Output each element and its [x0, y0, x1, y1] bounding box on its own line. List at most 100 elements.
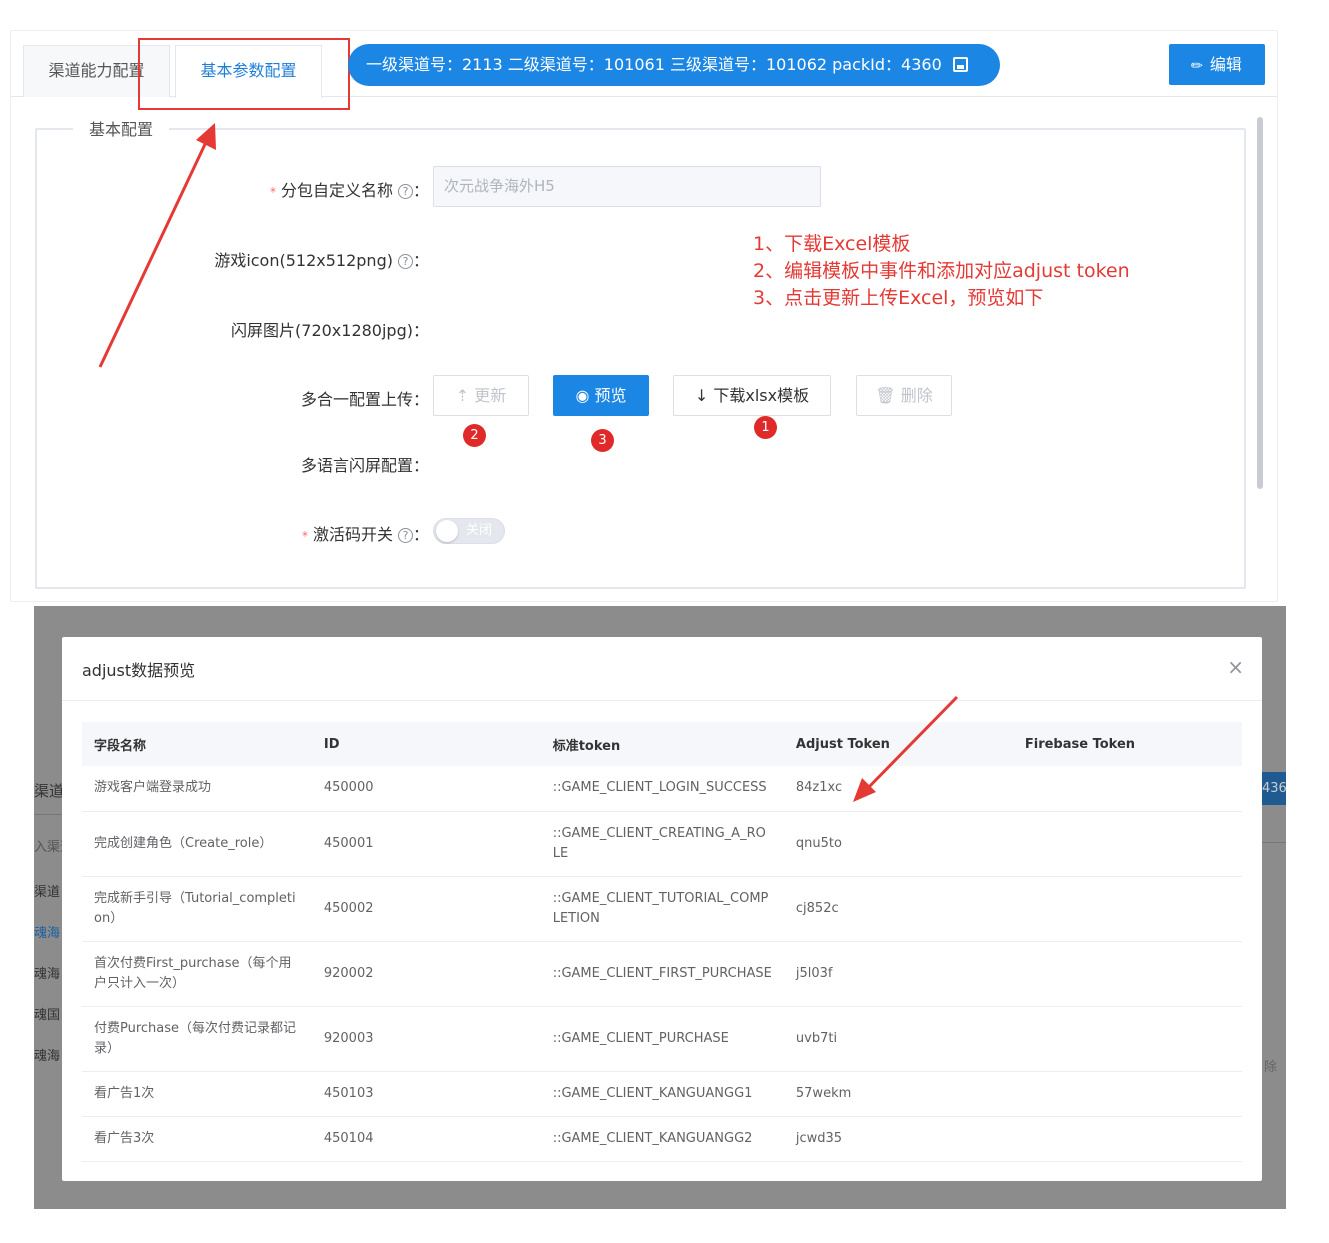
cell-firebase — [1012, 1071, 1242, 1117]
cell-firebase — [1012, 876, 1242, 942]
help-icon[interactable]: ? — [397, 528, 413, 543]
cell-name: 首次付费First_purchase（每个用户只计入一次） — [82, 941, 312, 1007]
fieldset-legend: 基本配置 — [73, 116, 170, 140]
eye-icon: ◉ — [575, 386, 590, 405]
splash-image-label: 闪屏图片(720x1280jpg)： — [231, 321, 429, 340]
edit-button-label: 编辑 — [1209, 55, 1242, 74]
cell-name: 看广告3次 — [82, 1116, 312, 1162]
adjust-preview-modal: adjust数据预览 × 字段名称 ID 标准token Adjust Toke… — [62, 637, 1262, 1181]
cell-token: ::GAME_CLIENT_FIRST_PURCHASE — [540, 941, 784, 1007]
cell-id: 450002 — [311, 876, 541, 942]
instruction-annotation: 1、下载Excel模板 2、编辑模板中事件和添加对应adjust token 3… — [753, 231, 1130, 312]
instruction-line-2: 2、编辑模板中事件和添加对应adjust token — [753, 260, 1130, 282]
cell-token: ::GAME_CLIENT_PURCHASE — [540, 1006, 784, 1072]
bg-text: 魂海 — [34, 967, 61, 982]
subpackage-name-label: * 分包自定义名称?： — [269, 181, 429, 200]
trash-icon: 🗑 — [875, 386, 896, 405]
preview-button[interactable]: ◉ 预览 — [553, 375, 649, 416]
multilang-splash-label: 多语言闪屏配置： — [300, 456, 429, 475]
download-icon: ↓ — [694, 386, 709, 405]
cell-token: ::GAME_CLIENT_CREATING_A_ROLE — [540, 811, 784, 877]
column-header: ID — [311, 722, 541, 766]
cell-adjust: qnu5to — [783, 811, 1013, 877]
bg-divider — [1262, 842, 1286, 843]
channel-info-pill: 一级渠道号：2113 二级渠道号：101061 三级渠道号：101062 pac… — [348, 44, 1000, 86]
activation-code-label: * 激活码开关?： — [301, 525, 429, 544]
table-row: 首次付费First_purchase（每个用户只计入一次） 920002 ::G… — [82, 941, 1242, 1007]
cell-firebase — [1012, 1006, 1242, 1072]
help-icon[interactable]: ? — [397, 254, 413, 269]
cell-adjust: 57wekm — [783, 1071, 1013, 1117]
channel-info-text: 一级渠道号：2113 二级渠道号：101061 三级渠道号：101062 pac… — [366, 55, 942, 74]
edit-button[interactable]: ✎ 编辑 — [1169, 44, 1265, 85]
column-header: 标准token — [540, 722, 784, 766]
cell-id: 450103 — [311, 1071, 541, 1117]
cell-name: 完成创建角色（Create_role） — [82, 811, 312, 877]
table-row: 付费Purchase（每次付费记录都记录） 920003 ::GAME_CLIE… — [82, 1006, 1242, 1072]
config-panel: 渠道能力配置 基本参数配置 一级渠道号：2113 二级渠道号：101061 三级… — [10, 30, 1278, 602]
bg-text: 魂国 — [34, 1008, 61, 1023]
step-marker-1: 1 — [754, 416, 777, 439]
tab-bar: 渠道能力配置 基本参数配置 一级渠道号：2113 二级渠道号：101061 三级… — [11, 31, 1277, 110]
table-row: 完成新手引导（Tutorial_completion） 450002 ::GAM… — [82, 876, 1242, 942]
cell-adjust: uvb7ti — [783, 1006, 1013, 1072]
column-header: Adjust Token — [783, 722, 1013, 766]
bg-text: 魂海 — [34, 926, 61, 941]
cell-firebase — [1012, 811, 1242, 877]
adjust-data-table: 字段名称 ID 标准token Adjust Token Firebase To… — [82, 722, 1242, 1162]
modal-divider — [62, 700, 1262, 701]
cell-adjust: cj852c — [783, 876, 1013, 942]
highlight-box — [138, 38, 350, 110]
cell-id: 450001 — [311, 811, 541, 877]
download-template-button[interactable]: ↓ 下载xlsx模板 — [673, 375, 831, 416]
bg-text: 除 — [1264, 1060, 1278, 1075]
cell-firebase — [1012, 941, 1242, 1007]
table-row: 看广告1次 450103 ::GAME_CLIENT_KANGUANGG1 57… — [82, 1071, 1242, 1117]
table-row: 游戏客户端登录成功 450000 ::GAME_CLIENT_LOGIN_SUC… — [82, 766, 1242, 812]
cell-adjust: jcwd35 — [783, 1116, 1013, 1162]
bg-text: 渠道 — [34, 782, 65, 800]
cell-name: 游戏客户端登录成功 — [82, 766, 312, 812]
cell-id: 920002 — [311, 941, 541, 1007]
cell-id: 450104 — [311, 1116, 541, 1162]
table-row: 看广告3次 450104 ::GAME_CLIENT_KANGUANGG2 jc… — [82, 1116, 1242, 1162]
cell-firebase — [1012, 766, 1242, 812]
modal-title: adjust数据预览 — [82, 661, 196, 680]
bg-text: 渠道 — [34, 885, 61, 900]
required-mark: * — [301, 529, 308, 543]
help-icon[interactable]: ? — [397, 184, 413, 199]
update-button[interactable]: ⇡ 更新 — [433, 375, 529, 416]
instruction-line-3: 3、点击更新上传Excel，预览如下 — [753, 287, 1044, 309]
cell-id: 920003 — [311, 1006, 541, 1072]
bg-divider — [34, 814, 62, 815]
save-icon[interactable] — [952, 57, 968, 72]
bg-text: 436 — [1262, 772, 1286, 805]
cell-token: ::GAME_CLIENT_LOGIN_SUCCESS — [540, 766, 784, 812]
scrollbar[interactable] — [1257, 117, 1263, 489]
delete-button[interactable]: 🗑 删除 — [856, 375, 952, 416]
bg-text: 魂海 — [34, 1049, 61, 1064]
cell-name: 完成新手引导（Tutorial_completion） — [82, 876, 312, 942]
screenshot-root: 渠道能力配置 基本参数配置 一级渠道号：2113 二级渠道号：101061 三级… — [0, 0, 1329, 1243]
cell-token: ::GAME_CLIENT_KANGUANGG2 — [540, 1116, 784, 1162]
column-header: 字段名称 — [82, 722, 312, 766]
cell-adjust: 84z1xc — [783, 766, 1013, 812]
modal-overlay: 渠道 入渠道 渠道 魂海 魂海 魂国 魂海 436 除 adjust数据预览 ×… — [34, 606, 1286, 1209]
activation-code-switch[interactable]: 关闭 — [433, 518, 505, 544]
subpackage-name-input[interactable]: 次元战争海外H5 — [433, 166, 821, 207]
switch-text: 关闭 — [466, 523, 493, 538]
upload-icon: ⇡ — [455, 386, 470, 405]
cell-id: 450000 — [311, 766, 541, 812]
cell-name: 看广告1次 — [82, 1071, 312, 1117]
step-marker-2: 2 — [463, 424, 486, 447]
cell-token: ::GAME_CLIENT_KANGUANGG1 — [540, 1071, 784, 1117]
column-header: Firebase Token — [1012, 722, 1242, 766]
required-mark: * — [269, 185, 276, 199]
table-row: 完成创建角色（Create_role） 450001 ::GAME_CLIENT… — [82, 811, 1242, 877]
cell-firebase — [1012, 1116, 1242, 1162]
cell-adjust: j5l03f — [783, 941, 1013, 1007]
instruction-line-1: 1、下载Excel模板 — [753, 233, 911, 255]
switch-knob — [436, 520, 458, 542]
step-marker-3: 3 — [591, 429, 614, 452]
close-icon[interactable]: × — [1227, 657, 1244, 677]
